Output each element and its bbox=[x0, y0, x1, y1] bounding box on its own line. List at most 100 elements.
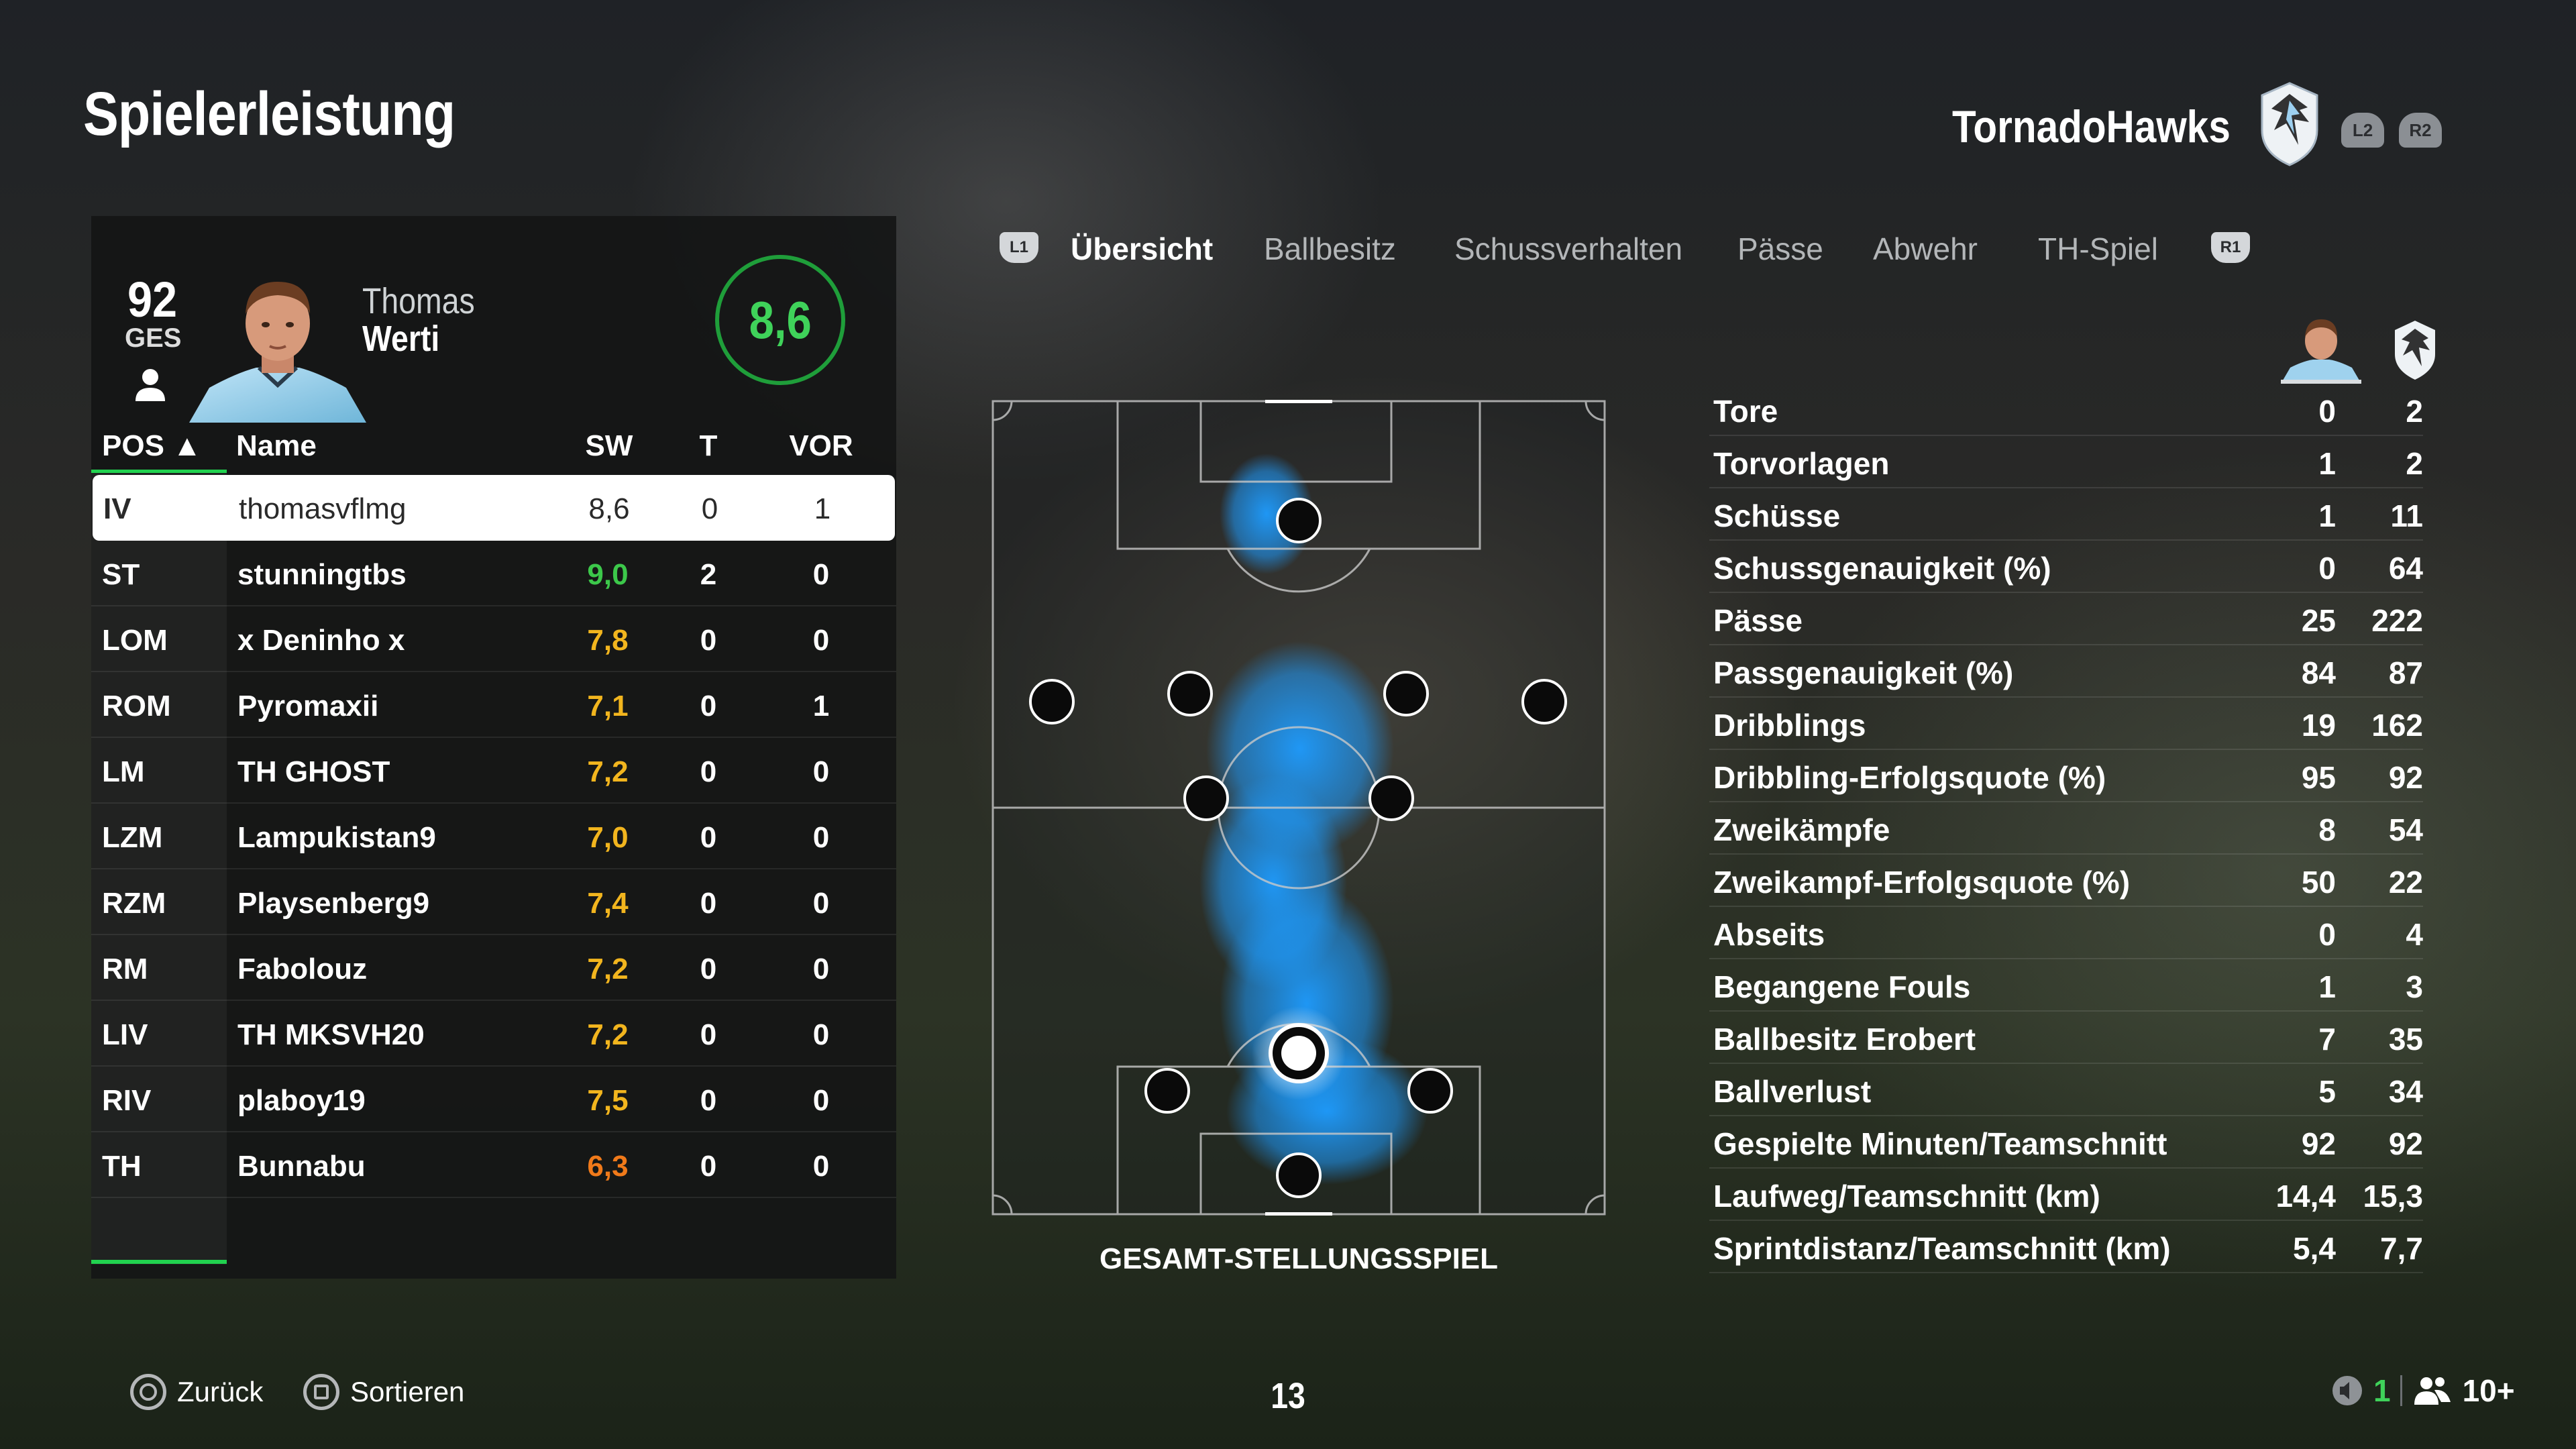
stat-team-value: 3 bbox=[2406, 969, 2423, 1004]
table-row-selected[interactable]: IV thomasvflmg 8,6 0 1 bbox=[93, 475, 895, 541]
row-pos: LZM bbox=[102, 821, 163, 854]
team-crest-icon bbox=[2261, 82, 2318, 166]
row-name: TH MKSVH20 bbox=[237, 1018, 425, 1051]
overall-rating: 92 GES bbox=[125, 272, 181, 352]
row-rating: 9,0 bbox=[587, 558, 629, 591]
table-row[interactable]: TH Bunnabu 6,3 0 0 bbox=[91, 1132, 896, 1198]
stat-team-value: 162 bbox=[2371, 708, 2423, 743]
header-t[interactable]: T bbox=[688, 429, 729, 463]
stat-row: Ballbesitz Erobert 7 35 bbox=[1709, 1012, 2423, 1064]
back-label: Zurück bbox=[177, 1376, 264, 1407]
table-row[interactable]: ST stunningtbs 9,0 2 0 bbox=[91, 541, 896, 606]
stat-team-value: 34 bbox=[2388, 1074, 2423, 1109]
row-name: Pyromaxii bbox=[237, 690, 379, 722]
table-row[interactable]: RZM Playsenberg9 7,4 0 0 bbox=[91, 869, 896, 935]
row-name: Playsenberg9 bbox=[237, 887, 430, 920]
back-action[interactable]: Zurück bbox=[130, 1374, 263, 1410]
row-goals: 0 bbox=[700, 1150, 717, 1183]
row-name: Lampukistan9 bbox=[237, 821, 436, 854]
overall-value: 92 bbox=[127, 272, 178, 327]
stat-player-value: 95 bbox=[2301, 760, 2336, 795]
person-icon bbox=[136, 369, 165, 401]
tab-paesse[interactable]: Pässe bbox=[1737, 231, 1823, 267]
stat-label: Pässe bbox=[1713, 603, 1803, 638]
stat-team-value: 11 bbox=[2390, 498, 2423, 533]
row-goals: 0 bbox=[700, 624, 717, 657]
list-end-underline bbox=[91, 1260, 227, 1264]
table-row[interactable]: ROM Pyromaxii 7,1 0 1 bbox=[91, 672, 896, 738]
sort-indicator-underline bbox=[91, 470, 227, 473]
row-pos: ST bbox=[102, 558, 140, 591]
positioning-heatmap bbox=[991, 400, 1606, 1216]
stat-label: Tore bbox=[1713, 394, 1778, 429]
match-rating-value: 8,6 bbox=[749, 290, 812, 350]
stat-row: Dribblings 19 162 bbox=[1709, 698, 2423, 750]
row-assists: 0 bbox=[812, 755, 830, 788]
table-row[interactable]: RM Fabolouz 7,2 0 0 bbox=[91, 935, 896, 1001]
row-goals: 0 bbox=[700, 821, 717, 854]
tab-th-spiel[interactable]: TH-Spiel bbox=[2038, 231, 2158, 267]
stat-label: Ballverlust bbox=[1713, 1074, 1872, 1109]
stat-player-value: 1 bbox=[2318, 498, 2336, 533]
stat-row: Laufweg/Teamschnitt (km) 14,4 15,3 bbox=[1709, 1169, 2423, 1221]
stat-team-value: 22 bbox=[2388, 865, 2423, 900]
player-first-name: Thomas bbox=[362, 281, 475, 321]
row-name: Bunnabu bbox=[237, 1150, 366, 1183]
table-row[interactable]: RIV plaboy19 7,5 0 0 bbox=[91, 1067, 896, 1132]
row-name: stunningtbs bbox=[237, 558, 407, 591]
tab-schussverhalten[interactable]: Schussverhalten bbox=[1454, 231, 1682, 267]
stat-label: Laufweg/Teamschnitt (km) bbox=[1713, 1179, 2100, 1214]
header-vor[interactable]: VOR bbox=[774, 429, 868, 463]
row-name: Fabolouz bbox=[237, 953, 368, 985]
table-row[interactable]: LOM x Deninho x 7,8 0 0 bbox=[91, 606, 896, 672]
stat-label: Zweikampf-Erfolgsquote (%) bbox=[1713, 865, 2131, 900]
header-name[interactable]: Name bbox=[236, 429, 317, 463]
stat-player-value: 8 bbox=[2318, 812, 2336, 847]
header-pos[interactable]: POS ▲ bbox=[102, 429, 202, 463]
table-row[interactable]: LIV TH MKSVH20 7,2 0 0 bbox=[91, 1001, 896, 1067]
stat-team-value: 222 bbox=[2371, 603, 2423, 638]
row-goals: 0 bbox=[700, 1018, 717, 1051]
stat-label: Dribblings bbox=[1713, 708, 1866, 743]
l2-button[interactable]: L2 bbox=[2341, 113, 2384, 148]
row-pos: ROM bbox=[102, 690, 171, 722]
r1-button[interactable]: R1 bbox=[2211, 232, 2250, 263]
row-rating: 7,2 bbox=[587, 953, 629, 985]
row-assists: 0 bbox=[812, 887, 830, 920]
stat-player-value: 1 bbox=[2318, 969, 2336, 1004]
l1-button[interactable]: L1 bbox=[1000, 232, 1038, 263]
row-pos: RZM bbox=[102, 887, 166, 920]
heatmap-caption: GESAMT-STELLUNGSSPIEL bbox=[1099, 1242, 1499, 1275]
stat-player-value: 5 bbox=[2318, 1074, 2336, 1109]
circle-button-icon bbox=[130, 1374, 166, 1410]
stat-row: Pässe 25 222 bbox=[1709, 593, 2423, 645]
row-pos: RIV bbox=[102, 1084, 152, 1117]
stat-team-value: 2 bbox=[2406, 394, 2423, 429]
stat-team-value: 54 bbox=[2388, 812, 2423, 847]
tab-uebersicht[interactable]: Übersicht bbox=[1071, 231, 1213, 267]
stat-player-value: 84 bbox=[2301, 655, 2336, 690]
stat-team-value: 87 bbox=[2388, 655, 2423, 690]
stat-row: Sprintdistanz/Teamschnitt (km) 5,4 7,7 bbox=[1709, 1221, 2423, 1273]
row-rating: 7,1 bbox=[587, 690, 629, 722]
stat-player-value: 5,4 bbox=[2293, 1231, 2336, 1266]
row-assists: 0 bbox=[812, 558, 830, 591]
stat-player-value: 7 bbox=[2318, 1022, 2336, 1057]
stat-label: Schussgenauigkeit (%) bbox=[1713, 551, 2051, 586]
row-assists: 0 bbox=[812, 1150, 830, 1183]
sort-action[interactable]: Sortieren bbox=[303, 1374, 464, 1410]
stat-player-value: 19 bbox=[2301, 708, 2336, 743]
table-row[interactable]: LZM Lampukistan9 7,0 0 0 bbox=[91, 804, 896, 869]
row-assists: 0 bbox=[812, 821, 830, 854]
stat-row: Dribbling-Erfolgsquote (%) 95 92 bbox=[1709, 750, 2423, 802]
stat-row: Passgenauigkeit (%) 84 87 bbox=[1709, 645, 2423, 698]
table-row[interactable]: LM TH GHOST 7,2 0 0 bbox=[91, 738, 896, 804]
tab-abwehr[interactable]: Abwehr bbox=[1873, 231, 1978, 267]
r2-button[interactable]: R2 bbox=[2399, 113, 2442, 148]
tab-ballbesitz[interactable]: Ballbesitz bbox=[1264, 231, 1396, 267]
stat-row: Schüsse 1 11 bbox=[1709, 488, 2423, 541]
stat-label: Torvorlagen bbox=[1713, 446, 1890, 481]
row-name: thomasvflmg bbox=[239, 492, 407, 525]
header-sw[interactable]: SW bbox=[569, 429, 649, 463]
row-name: TH GHOST bbox=[237, 755, 390, 788]
